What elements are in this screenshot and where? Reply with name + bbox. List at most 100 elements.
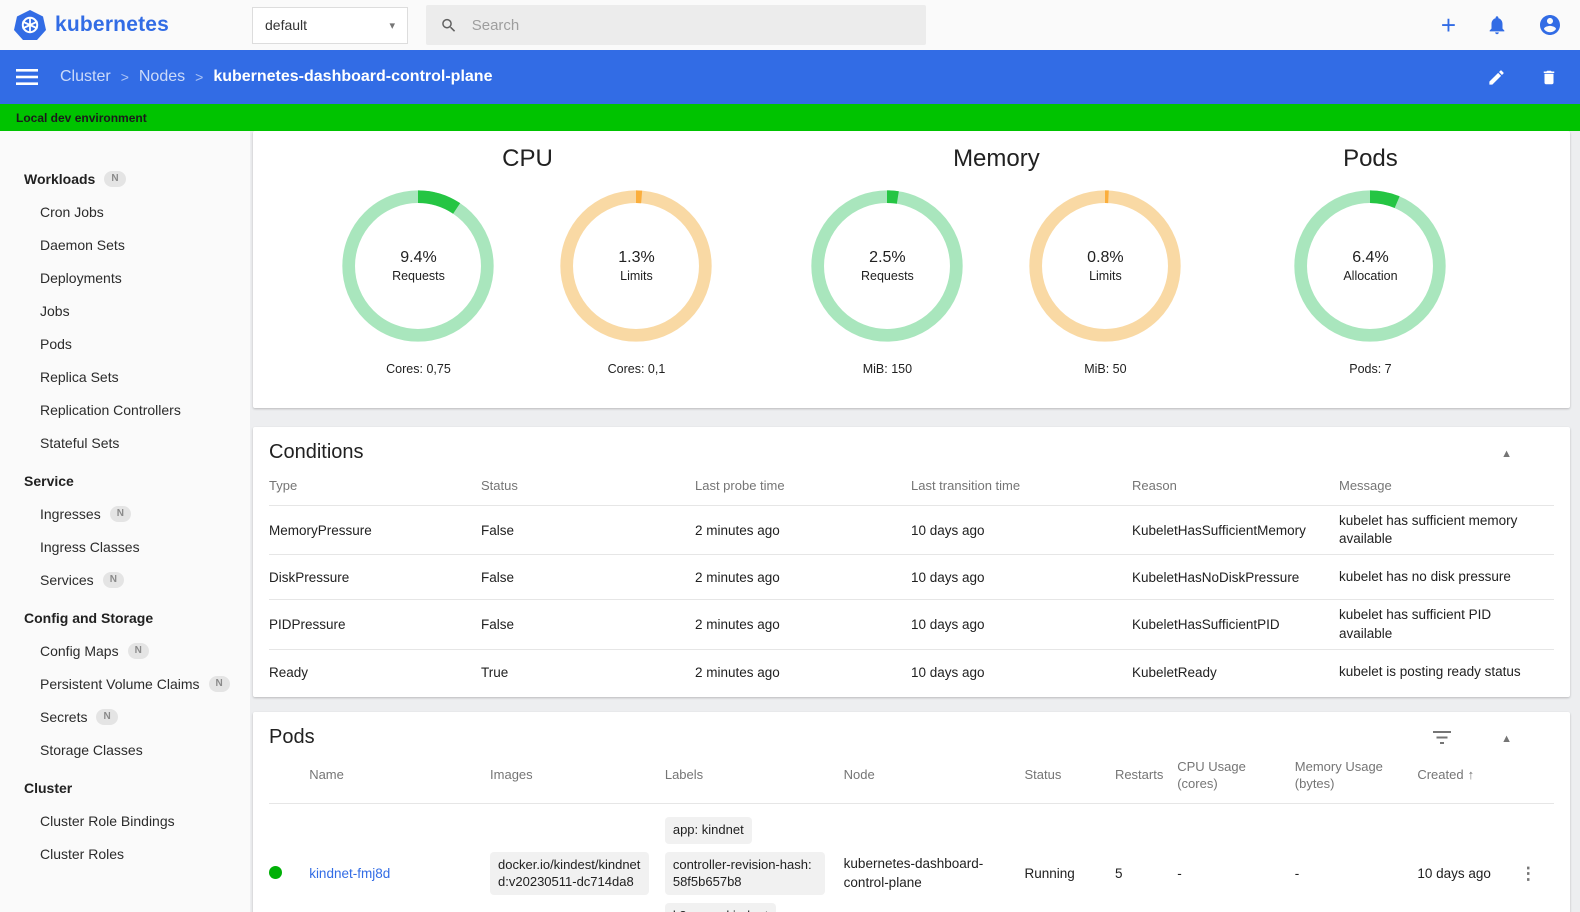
breadcrumb-link-cluster[interactable]: Cluster xyxy=(60,68,111,86)
table-cell-last-transition-time: 10 days ago xyxy=(911,554,1132,601)
chart-group-title: CPU xyxy=(502,145,553,172)
sidebar-item-storage-classes[interactable]: Storage Classes xyxy=(0,733,250,766)
sidebar-item-label: Stateful Sets xyxy=(40,434,120,451)
sidebar-item-cluster-roles[interactable]: Cluster Roles xyxy=(0,837,250,870)
label-chip: k8s-app: kindnet xyxy=(664,903,777,912)
sidebar-item-label: Storage Classes xyxy=(40,741,143,758)
breadcrumb: Cluster > Nodes > kubernetes-dashboard-c… xyxy=(60,68,492,86)
new-badge: N xyxy=(102,571,124,588)
sidebar-item-cluster-role-bindings[interactable]: Cluster Role Bindings xyxy=(0,804,250,837)
sidebar-section-label: Workloads xyxy=(24,171,96,187)
gauge-label: Limits xyxy=(620,269,653,283)
column-header-actions xyxy=(1519,749,1554,804)
sidebar-section-label: Config and Storage xyxy=(24,610,154,626)
toolbar: Cluster > Nodes > kubernetes-dashboard-c… xyxy=(0,50,1580,104)
pods-table: Name Images Labels Node Status Restarts CPU Us… xyxy=(269,749,1554,912)
gauge-label: Requests xyxy=(861,269,914,283)
gauge-percent: 9.4% xyxy=(400,249,437,266)
hamburger-icon xyxy=(16,69,38,85)
pods-collapse-button[interactable]: ▲ xyxy=(1497,726,1516,749)
gauge-center: 0.8% Limits xyxy=(1022,183,1188,349)
table-cell-status: False xyxy=(481,505,695,556)
edit-button[interactable] xyxy=(1487,68,1506,87)
donut-gauge-pods-allocation: 6.4% Allocation Pods: 7 xyxy=(1285,183,1455,376)
gauge-center: 2.5% Requests xyxy=(804,183,970,349)
column-header-node: Node xyxy=(843,749,1025,804)
new-badge: N xyxy=(208,675,230,692)
table-cell-type: MemoryPressure xyxy=(269,505,481,556)
notifications-button[interactable] xyxy=(1486,14,1508,36)
gauge-caption: Pods: 7 xyxy=(1349,362,1392,376)
pencil-icon xyxy=(1489,69,1504,85)
sidebar-item-label: Cron Jobs xyxy=(40,203,104,220)
gauge-row: 9.4% Requests Cores: 0,75 1.3% Limits Cores: … xyxy=(333,183,721,376)
namespace-value: default xyxy=(265,17,308,33)
breadcrumb-link-nodes[interactable]: Nodes xyxy=(139,68,185,86)
sidebar-item-daemon-sets[interactable]: Daemon Sets xyxy=(0,228,250,261)
kubernetes-logo[interactable]: kubernetes xyxy=(14,9,252,41)
account-button[interactable] xyxy=(1538,13,1562,37)
sidebar-item-cron-jobs[interactable]: Cron Jobs xyxy=(0,195,250,228)
sidebar-item-label: Cluster Role Bindings xyxy=(40,812,175,829)
sidebar-item-label: Replication Controllers xyxy=(40,401,181,418)
gauge-ring: 1.3% Limits xyxy=(553,183,719,349)
column-header-message: Message xyxy=(1339,464,1554,506)
column-header-status: Status xyxy=(1024,749,1115,804)
sidebar-item-label: Deployments xyxy=(40,269,122,286)
sidebar-item-replica-sets[interactable]: Replica Sets xyxy=(0,360,250,393)
gauge-ring: 9.4% Requests xyxy=(335,183,501,349)
sidebar-item-label: Config Maps xyxy=(40,642,119,659)
table-cell-name: kindnet-fmj8d xyxy=(309,803,490,912)
sidebar-section-service: Service xyxy=(0,465,250,497)
label-chip: controller-revision-hash: 58f5b657b8 xyxy=(664,851,825,896)
pod-table-row: kindnet-fmj8d docker.io/kindest/kindnetd:… xyxy=(269,803,1554,912)
namespace-select[interactable]: default ▾ xyxy=(252,6,408,44)
sidebar-item-persistent-volume-claims[interactable]: Persistent Volume Claims N xyxy=(0,667,250,700)
gauge-percent: 2.5% xyxy=(869,249,906,266)
chart-group-title: Memory xyxy=(953,145,1040,172)
search-icon xyxy=(442,18,456,32)
delete-button[interactable] xyxy=(1540,68,1558,87)
menu-button[interactable] xyxy=(16,69,38,85)
resource-gauges-card: CPU 9.4% Requests Cores: 0,75 1.3% Limits Core… xyxy=(253,131,1570,408)
pod-name-link[interactable]: kindnet-fmj8d xyxy=(309,866,390,881)
sidebar-item-jobs[interactable]: Jobs xyxy=(0,294,250,327)
sidebar-item-deployments[interactable]: Deployments xyxy=(0,261,250,294)
sidebar-item-secrets[interactable]: Secrets N xyxy=(0,700,250,733)
gauge-ring: 6.4% Allocation xyxy=(1287,183,1453,349)
sidebar-item-ingresses[interactable]: Ingresses N xyxy=(0,497,250,530)
create-button[interactable]: + xyxy=(1441,12,1456,38)
row-menu-button[interactable]: ⋮ xyxy=(1520,864,1537,884)
search-input[interactable] xyxy=(471,16,912,34)
gauge-center: 9.4% Requests xyxy=(335,183,501,349)
sidebar-item-replication-controllers[interactable]: Replication Controllers xyxy=(0,393,250,426)
table-cell-message: kubelet has no disk pressure xyxy=(1339,554,1554,601)
sidebar-item-config-maps[interactable]: Config Maps N xyxy=(0,634,250,667)
sidebar-item-pods[interactable]: Pods xyxy=(0,327,250,360)
sidebar-item-services[interactable]: Services N xyxy=(0,563,250,596)
table-cell-last-probe-time: 2 minutes ago xyxy=(695,554,911,601)
chart-group-cpu: CPU 9.4% Requests Cores: 0,75 1.3% Limits Core… xyxy=(293,137,762,408)
donut-gauge-memory-requests: 2.5% Requests MiB: 150 xyxy=(802,183,972,376)
gauge-label: Limits xyxy=(1089,269,1122,283)
column-header-name: Name xyxy=(309,749,491,804)
new-badge: N xyxy=(109,505,131,522)
sidebar-item-label: Ingresses xyxy=(40,505,101,522)
gauge-percent: 1.3% xyxy=(618,249,655,266)
breadcrumb-current: kubernetes-dashboard-control-plane xyxy=(213,68,493,85)
column-header-labels: Labels xyxy=(664,749,844,804)
main-content: CPU 9.4% Requests Cores: 0,75 1.3% Limits Core… xyxy=(250,131,1580,912)
chart-group-pods: Pods 6.4% Allocation Pods: 7 xyxy=(1231,137,1510,408)
column-header-created[interactable]: Created ↑ xyxy=(1417,749,1520,804)
pods-card: Pods ▲ Name Images Labels Node Status Rest xyxy=(253,712,1570,912)
sidebar-item-label: Replica Sets xyxy=(40,368,119,385)
conditions-collapse-button[interactable]: ▲ xyxy=(1497,441,1516,464)
sidebar: Workloads N Cron Jobs Daemon Sets Deployment… xyxy=(0,131,250,912)
sidebar-item-label: Daemon Sets xyxy=(40,236,125,253)
sidebar-item-ingress-classes[interactable]: Ingress Classes xyxy=(0,530,250,563)
donut-gauge-cpu-limits: 1.3% Limits Cores: 0,1 xyxy=(551,183,721,376)
brand-text: kubernetes xyxy=(55,13,170,36)
pods-filter-button[interactable] xyxy=(1429,727,1455,749)
sidebar-item-stateful-sets[interactable]: Stateful Sets xyxy=(0,426,250,459)
table-row: PIDPressure False 2 minutes ago 10 days ago… xyxy=(269,599,1554,650)
